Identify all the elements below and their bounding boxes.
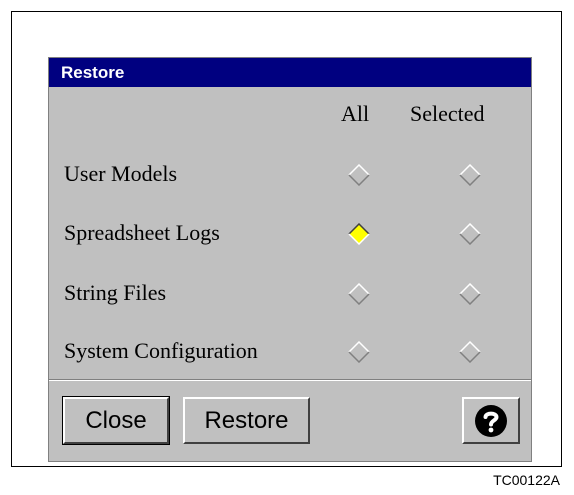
restore-button[interactable]: Restore xyxy=(183,397,310,444)
radio-diamond-icon xyxy=(348,341,370,363)
radio-user-models-selected[interactable] xyxy=(459,164,481,186)
row-label-user-models: User Models xyxy=(64,161,178,186)
question-icon xyxy=(475,404,507,437)
radio-string-files-selected[interactable] xyxy=(459,283,481,305)
separator-highlight xyxy=(49,380,531,381)
radio-system-configuration-selected[interactable] xyxy=(459,341,481,363)
help-button[interactable] xyxy=(462,397,520,444)
close-button[interactable]: Close xyxy=(62,396,170,445)
radio-diamond-icon xyxy=(348,164,370,186)
row-label-string-files: String Files xyxy=(64,280,167,305)
column-header-all: All xyxy=(341,101,370,126)
row-label-system-configuration: System Configuration xyxy=(64,338,258,363)
radio-diamond-icon xyxy=(459,164,481,186)
restore-button-label: Restore xyxy=(204,406,289,434)
radio-diamond-icon xyxy=(348,283,370,305)
radio-system-configuration-all[interactable] xyxy=(348,341,370,363)
radio-diamond-icon xyxy=(459,223,481,245)
radio-spreadsheet-logs-all[interactable] xyxy=(348,223,370,245)
restore-dialog: Restore All Selected User Models Spreads… xyxy=(48,57,532,462)
radio-diamond-icon xyxy=(459,341,481,363)
radio-user-models-all[interactable] xyxy=(348,164,370,186)
radio-spreadsheet-logs-selected[interactable] xyxy=(459,223,481,245)
dialog-title: Restore xyxy=(49,58,531,87)
close-button-label: Close xyxy=(85,406,147,434)
radio-string-files-all[interactable] xyxy=(348,283,370,305)
row-label-spreadsheet-logs: Spreadsheet Logs xyxy=(64,220,220,245)
radio-diamond-selected-icon xyxy=(348,223,370,245)
column-header-selected: Selected xyxy=(410,101,485,126)
figure-label: TC00122A xyxy=(493,472,560,488)
radio-diamond-icon xyxy=(459,283,481,305)
